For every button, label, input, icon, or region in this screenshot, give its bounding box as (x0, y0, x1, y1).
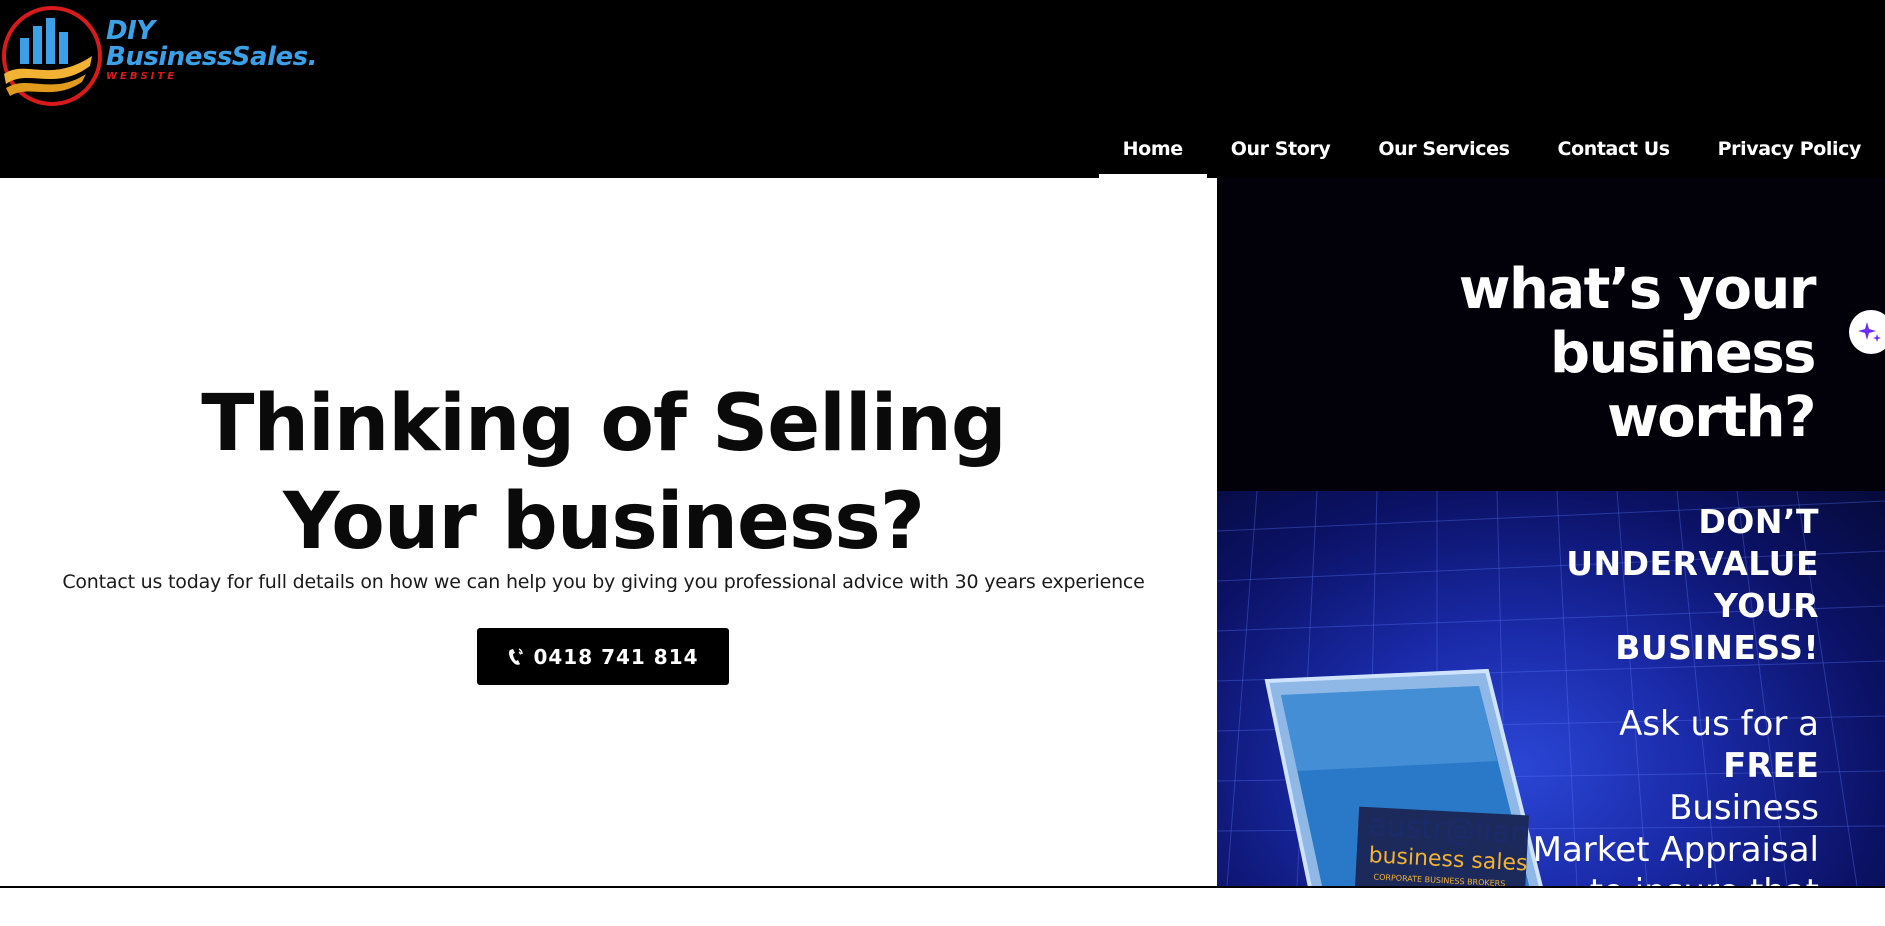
ad-offer-line-3: Business (1669, 788, 1819, 828)
ad-warning-text: DON’T UNDERVALUE YOUR BUSINESS! (1533, 501, 1819, 669)
assistant-fab[interactable] (1849, 310, 1885, 354)
ad-offer-text: Ask us for a FREE Business Market Apprai… (1533, 703, 1819, 886)
hero-subtext: Contact us today for full details on how… (62, 571, 1145, 593)
ad-headline-line-2: business (1550, 321, 1817, 386)
nav-item-our-story[interactable]: Our Story (1207, 118, 1355, 178)
ad-headline-line-1: what’s your (1458, 257, 1817, 322)
phone-icon (509, 647, 524, 665)
logo-line-2: BusinessSales. (106, 42, 317, 72)
ad-warning-line-3: YOUR (1714, 586, 1819, 625)
hero-headline-line-1: Thinking of Selling (201, 379, 1006, 469)
nav-item-home[interactable]: Home (1098, 118, 1207, 178)
ad-offer-line-4: Market Appraisal (1532, 830, 1819, 870)
ad-headline-line-3: worth? (1607, 385, 1816, 450)
nav-item-privacy-policy[interactable]: Privacy Policy (1694, 118, 1885, 178)
ad-offer-line-5: to insure that (1533, 871, 1819, 886)
ad-headline: what’s your business worth? (1458, 257, 1817, 450)
ad-warning-line-2: UNDERVALUE (1566, 544, 1819, 583)
ad-offer-line-1: Ask us for a (1619, 704, 1819, 744)
main-nav: Home Our Story Our Services Contact Us P… (1098, 118, 1885, 178)
business-worth-ad[interactable]: what’s your business worth? austr@lian b… (1217, 178, 1885, 886)
ad-copy: DON’T UNDERVALUE YOUR BUSINESS! Ask us f… (1533, 501, 1819, 886)
nav-item-contact-us[interactable]: Contact Us (1534, 118, 1694, 178)
hero-headline-line-2: Your business? (282, 477, 925, 567)
logo-emblem-icon (2, 6, 102, 106)
site-logo[interactable]: DIY BusinessSales. WEBSITE (0, 0, 330, 112)
ad-warning-line-4: BUSINESS! (1615, 628, 1819, 667)
hero-section: Thinking of Selling Your business? Conta… (0, 178, 1217, 886)
hero-headline: Thinking of Selling Your business? (0, 375, 1207, 571)
logo-wordmark: DIY BusinessSales. WEBSITE (106, 18, 317, 82)
ad-bottom-panel: austr@lian business sales CORPORATE BUSI… (1217, 491, 1885, 886)
phone-number-label: 0418 741 814 (533, 644, 699, 669)
sparkle-icon (1858, 322, 1881, 342)
ad-warning-line-1: DON’T (1698, 502, 1819, 541)
logo-line-1: DIY (106, 16, 155, 46)
logo-subtitle: WEBSITE (106, 71, 178, 82)
ad-top-panel: what’s your business worth? (1217, 178, 1885, 491)
site-header: DIY BusinessSales. WEBSITE Home Our Stor… (0, 0, 1885, 178)
ad-offer-line-2: FREE (1723, 746, 1819, 786)
nav-item-our-services[interactable]: Our Services (1354, 118, 1533, 178)
call-phone-button[interactable]: 0418 741 814 (477, 628, 729, 685)
page-bottom-strip (0, 886, 1885, 926)
